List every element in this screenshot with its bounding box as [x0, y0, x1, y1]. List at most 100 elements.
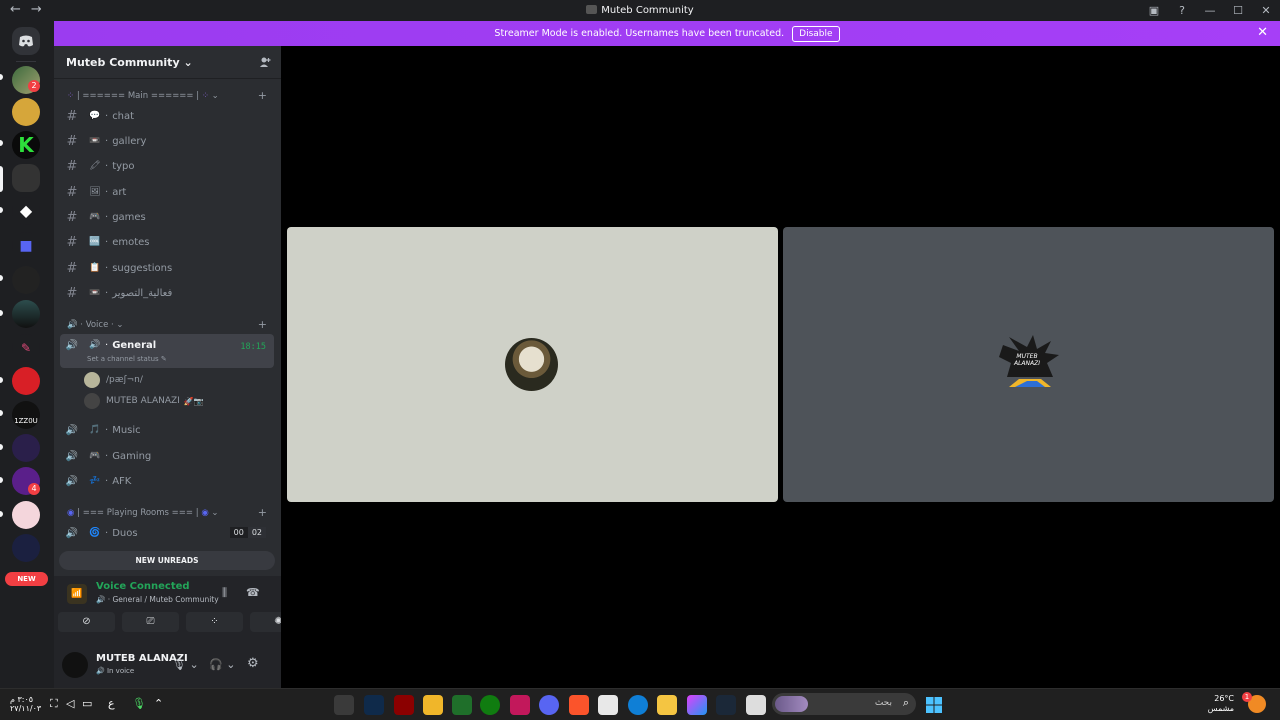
voice-channel-duos[interactable]: 🔊 🌀 · Duos 00 02 [60, 521, 274, 545]
create-channel-icon[interactable]: + [258, 89, 267, 102]
share-screen-button[interactable]: ⎚ [122, 612, 179, 632]
speaker-icon: 🔊 [65, 424, 79, 436]
taskbar-app-icon[interactable] [687, 695, 707, 715]
taskbar-app-icon[interactable] [423, 695, 443, 715]
channel-emoji: 🎮 [89, 212, 101, 222]
channel-emotes[interactable]: # 🆒 · emotes [60, 230, 274, 254]
headphones-icon[interactable]: 🎧 ⌄ [209, 658, 235, 671]
clock[interactable]: ٣:٠٥ م ٢٧/١١/٠٣ [10, 695, 41, 713]
unread-pill [0, 477, 3, 483]
camera-off-button[interactable]: ⊘ [58, 612, 115, 632]
taskbar-app-icon[interactable] [746, 695, 766, 715]
taskbar-app-icon[interactable] [394, 695, 414, 715]
channel-typo[interactable]: # 🖍 · typo [60, 154, 274, 178]
server-icon[interactable] [12, 266, 40, 294]
activities-button[interactable]: ⁘ [186, 612, 243, 632]
create-channel-icon[interactable]: + [258, 318, 267, 331]
search-placeholder: بحث [874, 698, 892, 708]
steam-icon[interactable] [716, 695, 736, 715]
voice-channel-general[interactable]: 🔊 🔊 · General 18:15 Set a channel status … [60, 334, 274, 368]
channel-emoji: 💤 [89, 476, 101, 486]
clock-time: ٣:٠٥ م [10, 695, 34, 704]
server-icon[interactable] [12, 534, 40, 562]
xbox-icon[interactable] [480, 695, 500, 715]
microphone-icon[interactable]: 🎙 ⌄ [172, 658, 199, 671]
channel-photo-event[interactable]: # 📼 · فعالية_التصوير [60, 281, 274, 305]
server-icon[interactable] [12, 98, 40, 126]
unread-pill [0, 207, 3, 213]
selected-server-icon[interactable] [12, 164, 40, 192]
set-channel-status[interactable]: Set a channel status ✎ [87, 355, 167, 363]
edge-icon[interactable] [628, 695, 648, 715]
folder-icon[interactable]: ■ [12, 232, 40, 260]
network-icon[interactable]: ⛶ [50, 697, 58, 711]
close-window-button[interactable]: ✕ [1252, 4, 1280, 17]
taskbar-app-icon[interactable] [510, 695, 530, 715]
disconnect-icon[interactable]: ☎ [246, 586, 260, 599]
maximize-button[interactable]: ☐ [1224, 4, 1252, 17]
windows-start-icon[interactable] [924, 695, 944, 715]
channel-games[interactable]: # 🎮 · games [60, 205, 274, 229]
channel-emoji: 🆒 [89, 237, 101, 247]
voice-channel-music[interactable]: 🔊 🎵 · Music [60, 418, 274, 442]
category-playing-rooms[interactable]: ◉ | === Playing Rooms === | ◉ ⌄ [67, 508, 219, 518]
discord-home-icon[interactable] [12, 27, 40, 55]
shield-server-icon[interactable]: ◆ [12, 197, 40, 225]
hash-icon: # [66, 108, 78, 124]
category-voice[interactable]: 🔊 · Voice · ⌄ [67, 320, 124, 330]
create-channel-icon[interactable]: + [258, 506, 267, 519]
channel-chat[interactable]: # 💬 · chat [60, 104, 274, 128]
participant-tile[interactable]: MUTEB ALANAZI [783, 227, 1274, 502]
new-unreads-button[interactable]: NEW UNREADS [59, 551, 275, 570]
channel-emoji: 📼 [89, 136, 101, 146]
taskbar-app-icon[interactable] [334, 695, 354, 715]
server-icon[interactable]: K [12, 131, 40, 159]
channel-gallery[interactable]: # 📼 · gallery [60, 129, 274, 153]
taskbar-search[interactable]: بحث ⌕ [772, 693, 916, 715]
mention-badge: 4 [28, 483, 40, 495]
brave-icon[interactable] [569, 695, 589, 715]
server-icon[interactable] [12, 300, 40, 328]
voice-user[interactable]: MUTEB ALANAZI 🚀📷 [84, 393, 204, 409]
language-indicator[interactable]: ع [108, 697, 115, 710]
participant-tile[interactable] [287, 227, 778, 502]
mic-in-use-icon[interactable]: 🎙 [132, 697, 146, 710]
weather-widget[interactable]: 26°C مشمس [1208, 694, 1234, 714]
disable-streamer-button[interactable]: Disable [792, 25, 840, 42]
close-icon[interactable]: ✕ [1257, 25, 1268, 40]
volume-icon[interactable]: ◁ [66, 697, 74, 710]
taskbar-app-icon[interactable] [452, 695, 472, 715]
server-icon[interactable] [12, 434, 40, 462]
server-icon[interactable] [12, 501, 40, 529]
signal-icon[interactable]: 📶 [67, 584, 87, 604]
logo-text: MUTEB ALANAZI [1013, 353, 1041, 367]
discord-taskbar-icon[interactable] [539, 695, 559, 715]
display-icon[interactable]: ▭ [82, 697, 92, 710]
voice-channel-afk[interactable]: 🔊 💤 · AFK [60, 469, 274, 493]
minimize-button[interactable]: — [1196, 4, 1224, 17]
server-icon[interactable]: ✎ [12, 334, 40, 362]
avatar[interactable] [62, 652, 88, 678]
voice-user[interactable]: /pæʃ¬n/ [84, 372, 143, 388]
taskbar-app-icon[interactable] [364, 695, 384, 715]
chevron-up-icon[interactable]: ⌃ [154, 697, 163, 710]
server-logo-icon [586, 5, 598, 14]
voice-channel-gaming[interactable]: 🔊 🎮 · Gaming [60, 444, 274, 468]
add-member-icon[interactable] [259, 56, 271, 71]
channel-name: Music [112, 424, 141, 436]
server-icon[interactable]: 1ZZ0U [12, 401, 40, 429]
file-explorer-icon[interactable] [657, 695, 677, 715]
server-icon[interactable] [12, 367, 40, 395]
voice-connected-status[interactable]: Voice Connected [96, 581, 190, 592]
help-icon[interactable]: ? [1168, 4, 1196, 17]
noise-suppression-icon[interactable]: ⫼ [222, 586, 227, 600]
category-main[interactable]: ⁘ | ====== Main ====== | ⁘ ⌄ [67, 91, 219, 101]
settings-gear-icon[interactable]: ⚙ [247, 656, 259, 671]
user-panel: MUTEB ALANAZI 🔊 In voice 🎙 ⌄ 🎧 ⌄ ⚙ [54, 648, 281, 688]
store-icon[interactable] [598, 695, 618, 715]
temperature: 26°C [1214, 694, 1234, 703]
inbox-icon[interactable]: ▣ [1140, 4, 1168, 17]
channel-art[interactable]: # 🖼 · art [60, 180, 274, 204]
guild-header[interactable]: Muteb Community ⌄ [54, 46, 281, 79]
channel-suggestions[interactable]: # 📋 · suggestions [60, 256, 274, 280]
